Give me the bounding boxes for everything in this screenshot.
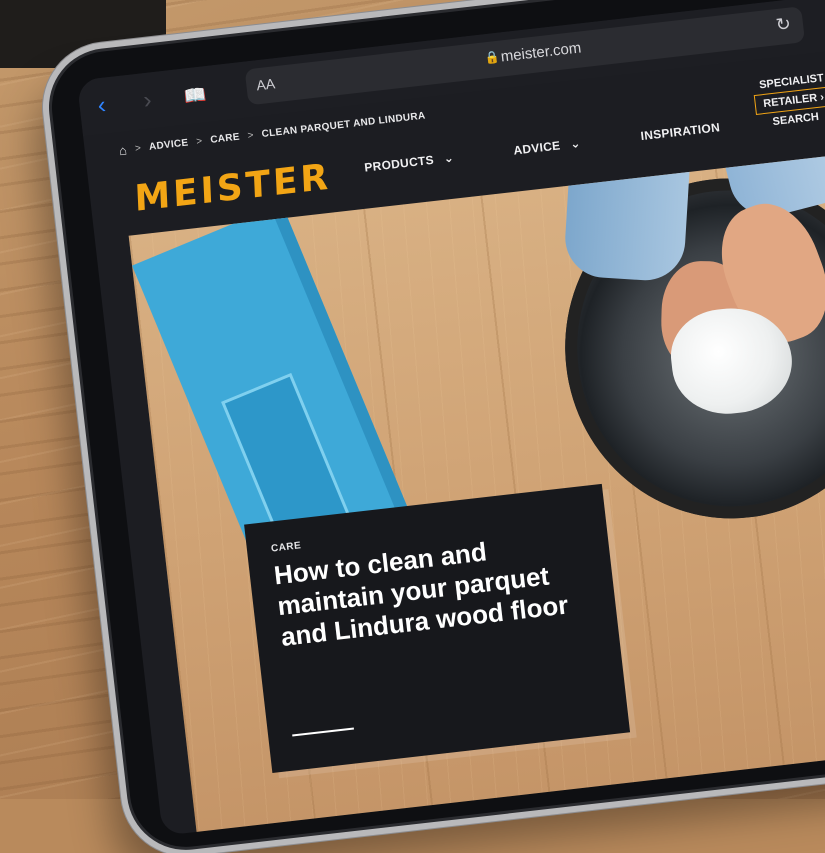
address-bar[interactable]: AA 🔒 meister.com ↻: [244, 6, 806, 106]
breadcrumb-item-advice[interactable]: ADVICE: [148, 137, 189, 152]
chevron-down-icon: ⌄: [569, 136, 582, 152]
tablet-device: ‹ › 📖 AA 🔒 meister.com ↻ ⌂ > ADVICE > CA…: [46, 0, 825, 853]
chevron-right-icon: ›: [819, 91, 825, 104]
nav-advice[interactable]: ADVICE ⌄: [513, 136, 582, 158]
breadcrumb-item-care[interactable]: CARE: [210, 131, 241, 145]
nav-products[interactable]: PRODUCTS ⌄: [364, 150, 455, 174]
lock-icon: 🔒: [484, 49, 501, 66]
forward-icon[interactable]: ›: [134, 86, 161, 114]
nav-advice-label: ADVICE: [512, 138, 562, 158]
chevron-down-icon: ⌄: [442, 150, 455, 166]
title-underline: [292, 727, 354, 737]
tablet-screen: ‹ › 📖 AA 🔒 meister.com ↻ ⌂ > ADVICE > CA…: [76, 0, 825, 836]
retailer-line-retailer: RETAILER: [762, 91, 818, 111]
nav-inspiration[interactable]: INSPIRATION: [640, 120, 721, 143]
meister-logo[interactable]: MEISTER: [134, 156, 332, 219]
breadcrumb-separator: >: [195, 135, 204, 147]
photo-stage: ‹ › 📖 AA 🔒 meister.com ↻ ⌂ > ADVICE > CA…: [0, 0, 825, 853]
reload-icon[interactable]: ↻: [775, 14, 792, 37]
breadcrumb-item-current: CLEAN PARQUET AND LINDURA: [261, 109, 426, 140]
home-icon[interactable]: ⌂: [118, 142, 128, 158]
back-icon[interactable]: ‹: [89, 92, 116, 120]
retailer-search-link[interactable]: SPECIALIST RETAILER › SEARCH: [741, 68, 825, 133]
bookmarks-icon[interactable]: 📖: [182, 82, 209, 109]
nav-products-label: PRODUCTS: [363, 152, 435, 175]
url-text[interactable]: meister.com: [500, 39, 582, 65]
hero-image: CARE How to clean and maintain your parq…: [128, 129, 825, 836]
article-card[interactable]: CARE How to clean and maintain your parq…: [244, 483, 631, 773]
breadcrumb-separator: >: [247, 129, 255, 142]
text-size-button[interactable]: AA: [256, 75, 276, 93]
breadcrumb-separator: >: [134, 142, 142, 154]
